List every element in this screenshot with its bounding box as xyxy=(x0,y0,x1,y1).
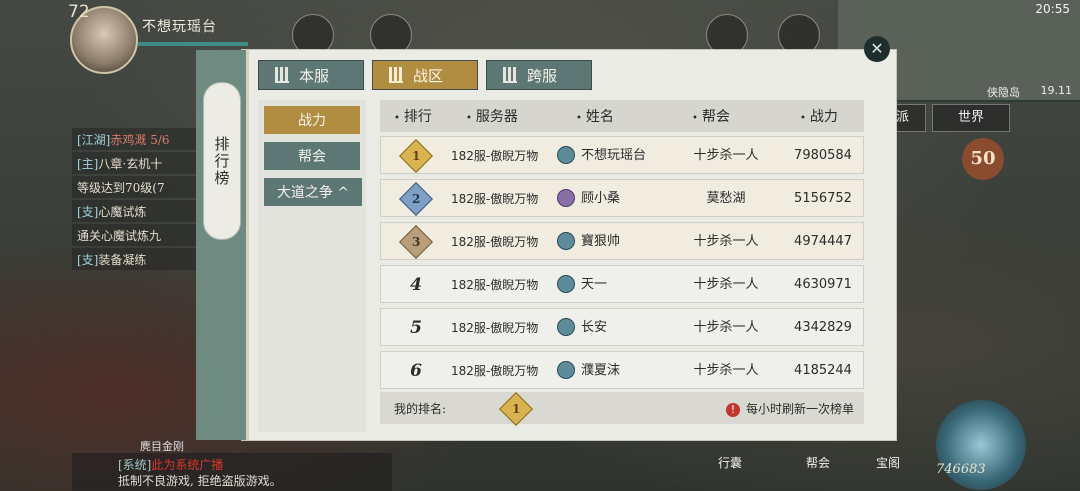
header-power: • 战力 xyxy=(800,109,838,125)
row-rank: 6 xyxy=(410,361,422,381)
quest-item[interactable]: [主]八章·玄机十 xyxy=(72,152,197,174)
row-server: 182服-傲睨万物 xyxy=(451,364,539,378)
ranking-panel: 排行榜 ✕ 本服 战区 跨服 战力 帮会 大道之争 ^ • 排行 • 服务器 • 姓名… xyxy=(196,36,896,440)
quest-item[interactable]: [支]心魔试炼 xyxy=(72,200,197,222)
row-name: 寶狠帅 xyxy=(581,234,621,249)
avatar-icon xyxy=(557,188,575,207)
table-row[interactable]: 5 182服-傲睨万物 长安 十步杀一人 4342829 xyxy=(380,308,864,346)
table-row[interactable]: 4 182服-傲睨万物 天一 十步杀一人 4630971 xyxy=(380,265,864,303)
header-name: • 姓名 xyxy=(576,109,614,125)
table-header: • 排行 • 服务器 • 姓名 • 帮会 • 战力 xyxy=(380,100,864,132)
row-guild: 十步杀一人 xyxy=(693,320,759,335)
category-dao-contest[interactable]: 大道之争 ^ xyxy=(264,178,362,206)
row-guild: 十步杀一人 xyxy=(693,148,759,163)
row-server: 182服-傲睨万物 xyxy=(451,149,539,163)
bronze-rank-badge: 3 xyxy=(399,224,433,259)
silver-rank-badge: 2 xyxy=(399,181,433,216)
row-name: 不想玩瑶台 xyxy=(581,148,647,163)
row-name: 天一 xyxy=(581,277,608,292)
row-power: 4342829 xyxy=(794,320,852,335)
warning-icon: ! xyxy=(725,403,740,417)
header-rank: • 排行 xyxy=(394,109,432,125)
quest-item[interactable]: [支]装备凝练 xyxy=(72,248,197,270)
quest-item[interactable]: [江湖]赤鸡溉 5/6 xyxy=(72,128,197,150)
bar-chart-icon xyxy=(503,67,517,83)
row-name: 顾小桑 xyxy=(581,191,621,206)
chat-channel-tag: [系统] xyxy=(118,458,152,472)
tab-server[interactable]: 本服 xyxy=(258,60,364,90)
gold-rank-badge: 1 xyxy=(499,392,533,426)
avatar-icon xyxy=(557,360,575,379)
avatar-icon xyxy=(557,317,575,336)
tab-cross-server[interactable]: 跨服 xyxy=(486,60,592,90)
chat-broadcast: 此为系统广播 xyxy=(151,458,224,472)
row-name: 濮夏沫 xyxy=(581,363,621,378)
quest-item[interactable]: 等级达到70级(7 xyxy=(72,176,197,198)
row-guild: 十步杀一人 xyxy=(693,234,759,249)
tab-zone[interactable]: 战区 xyxy=(372,60,478,90)
player-name: 不想玩瑶台 xyxy=(142,19,217,35)
row-rank: 5 xyxy=(410,318,422,338)
row-power: 4185244 xyxy=(794,363,852,378)
row-server: 182服-傲睨万物 xyxy=(451,235,539,249)
quest-tracker[interactable]: [江湖]赤鸡溉 5/6 [主]八章·玄机十 等级达到70级(7 [支]心魔试炼 … xyxy=(72,128,197,272)
table-row[interactable]: 1 182服-傲睨万物 不想玩瑶台 十步杀一人 7980584 xyxy=(380,136,864,174)
row-rank: 4 xyxy=(410,275,422,295)
map-coordinates: 19.11 xyxy=(1040,84,1073,97)
combat-power: 746683 xyxy=(936,462,986,477)
close-icon[interactable]: ✕ xyxy=(864,36,890,62)
category-power[interactable]: 战力 xyxy=(264,106,360,134)
clock: 20:55 xyxy=(1035,2,1070,16)
score-badge[interactable]: 50 xyxy=(962,138,1004,180)
my-rank-bar: 我的排名: 1 ! 每小时刷新一次榜单 xyxy=(380,392,864,426)
player-level: 72 xyxy=(68,2,90,22)
chat-notice: 抵制不良游戏, 拒绝盗版游戏。 xyxy=(118,474,282,488)
row-server: 182服-傲睨万物 xyxy=(451,278,539,292)
row-power: 4974447 xyxy=(794,234,852,249)
ranking-table: • 排行 • 服务器 • 姓名 • 帮会 • 战力 1 182服-傲睨万物 不想玩瑶台 十… xyxy=(380,100,864,389)
quest-item[interactable]: 通关心魔试炼九 xyxy=(72,224,197,246)
player-hp-bar xyxy=(138,42,248,46)
row-power: 7980584 xyxy=(794,148,852,163)
my-rank-label: 我的排名: xyxy=(394,402,447,416)
chat-label: 麂目金刚 xyxy=(140,440,184,453)
refresh-note: ! 每小时刷新一次榜单 xyxy=(725,400,854,417)
world-button[interactable]: 世界 xyxy=(932,104,1010,132)
avatar-icon xyxy=(557,231,575,250)
panel-title: 排行榜 xyxy=(203,82,241,240)
table-row[interactable]: 2 182服-傲睨万物 顾小桑 莫愁湖 5156752 xyxy=(380,179,864,217)
bar-chart-icon xyxy=(389,67,403,83)
row-server: 182服-傲睨万物 xyxy=(451,192,539,206)
avatar-icon xyxy=(557,145,575,164)
row-guild: 十步杀一人 xyxy=(693,363,759,378)
row-power: 5156752 xyxy=(794,191,852,206)
gold-rank-badge: 1 xyxy=(399,138,433,173)
row-guild: 莫愁湖 xyxy=(706,191,746,206)
header-guild: • 帮会 xyxy=(692,109,730,125)
map-location-name: 侠隐岛 xyxy=(987,86,1020,99)
header-server: • 服务器 xyxy=(466,109,518,125)
category-guild[interactable]: 帮会 xyxy=(264,142,360,170)
row-guild: 十步杀一人 xyxy=(693,277,759,292)
row-name: 长安 xyxy=(581,320,608,335)
avatar-icon xyxy=(557,274,575,293)
row-server: 182服-傲睨万物 xyxy=(451,321,539,335)
row-power: 4630971 xyxy=(794,277,852,292)
chat-box[interactable]: [系统]此为系统广播 抵制不良游戏, 拒绝盗版游戏。 xyxy=(72,453,392,491)
bar-chart-icon xyxy=(275,67,289,83)
table-row[interactable]: 3 182服-傲睨万物 寶狠帅 十步杀一人 4974447 xyxy=(380,222,864,260)
table-row[interactable]: 6 182服-傲睨万物 濮夏沫 十步杀一人 4185244 xyxy=(380,351,864,389)
panel-spine: 排行榜 xyxy=(196,50,249,440)
